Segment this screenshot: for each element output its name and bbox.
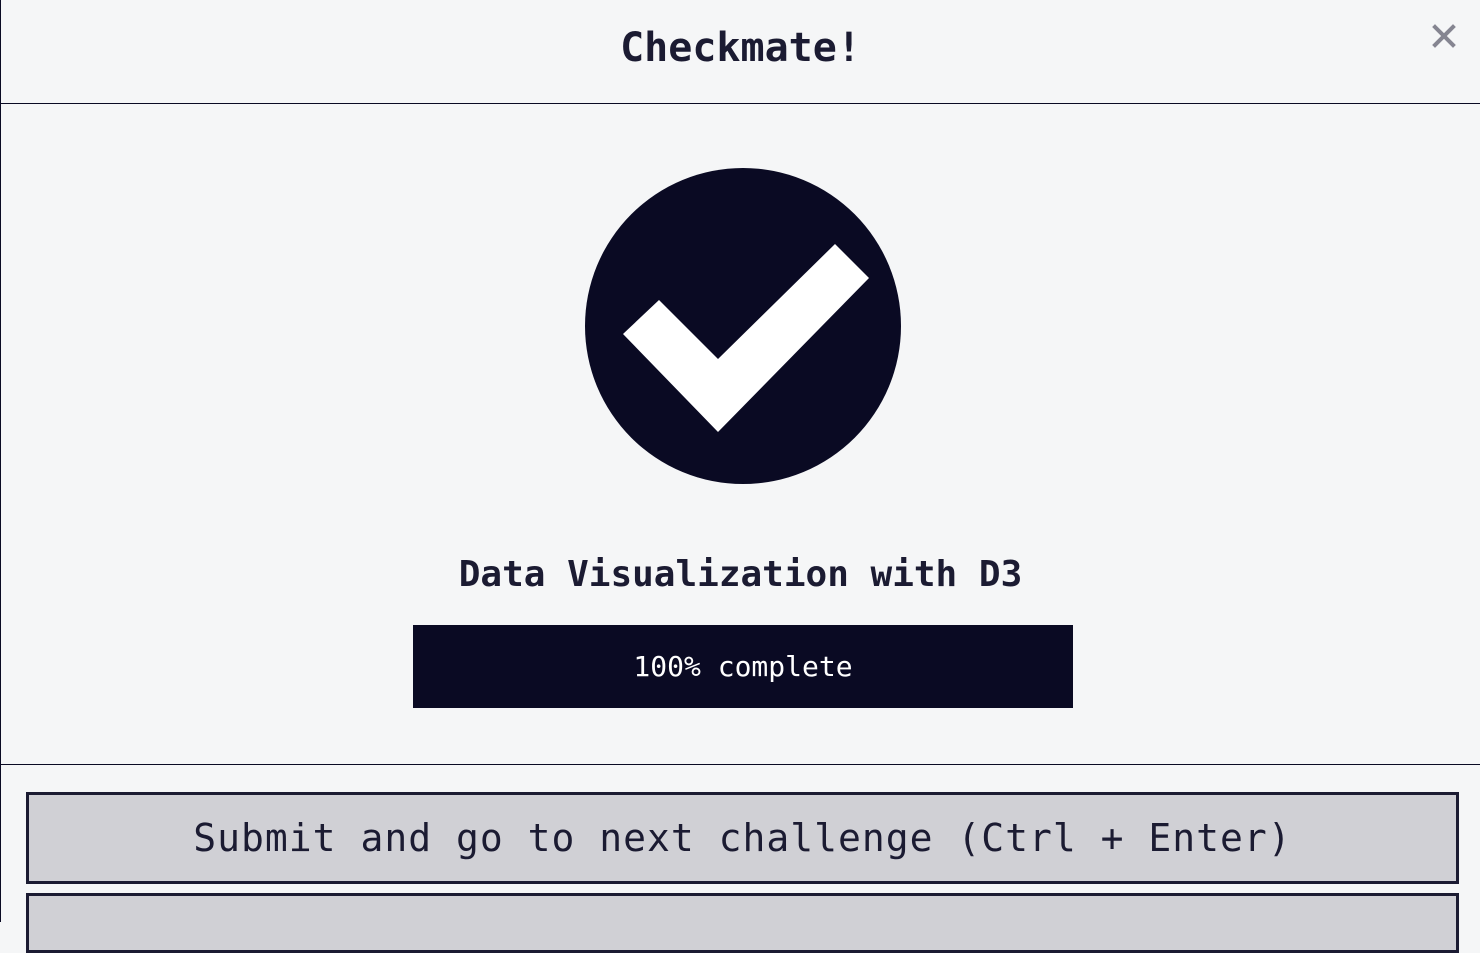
- block-title: Data Visualization with D3: [458, 554, 1023, 595]
- check-circle-icon: [585, 168, 901, 484]
- modal-body: Data Visualization with D3 100% complete: [1, 104, 1480, 765]
- progress-label: 100% complete: [633, 650, 853, 683]
- progress-bar: 100% complete: [413, 625, 1073, 708]
- completion-modal: Checkmate! Data Visualization with D3 10…: [0, 0, 1480, 953]
- secondary-action-button[interactable]: [26, 893, 1459, 953]
- modal-header: Checkmate!: [1, 0, 1480, 104]
- close-button[interactable]: [1426, 18, 1462, 54]
- close-icon: [1432, 24, 1456, 48]
- modal-title: Checkmate!: [620, 25, 861, 71]
- submit-next-challenge-button[interactable]: Submit and go to next challenge (Ctrl + …: [26, 792, 1459, 884]
